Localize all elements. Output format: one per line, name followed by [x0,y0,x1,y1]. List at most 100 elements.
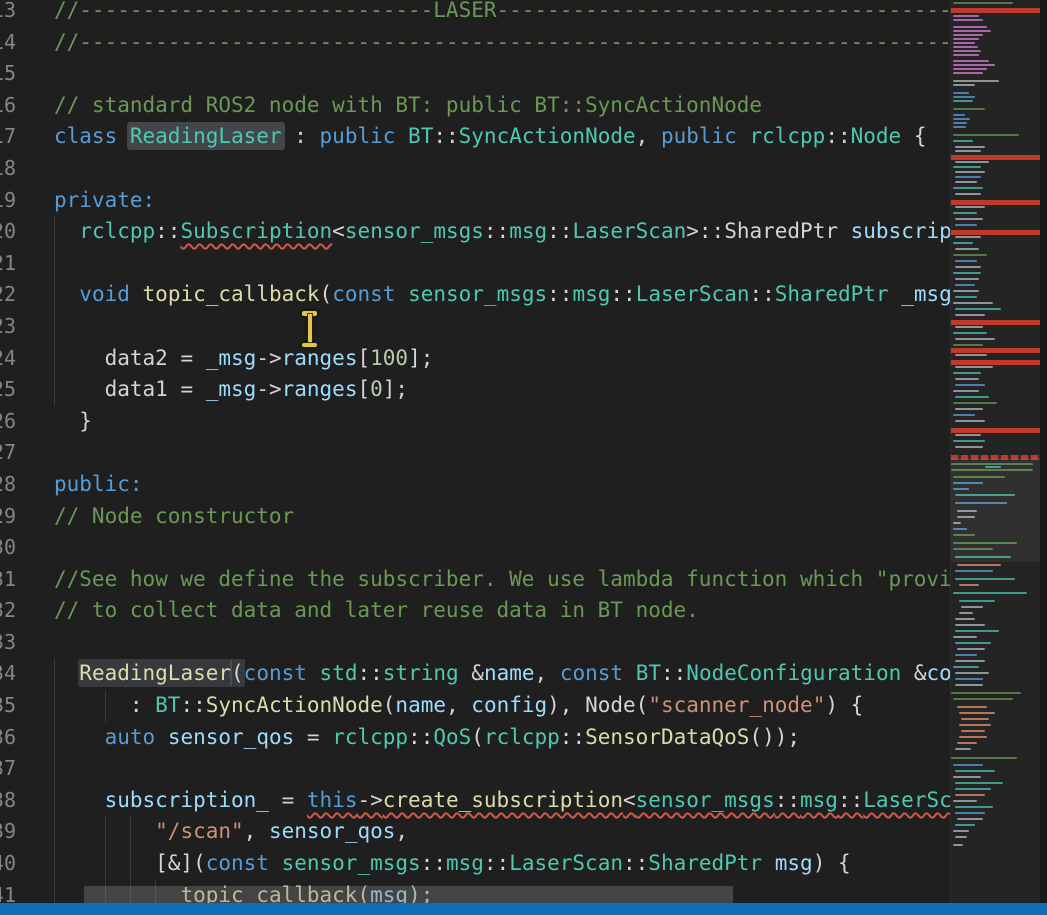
code-line[interactable]: //--------------------------------------… [0,27,950,59]
line-number[interactable]: 19 [0,185,22,217]
token: LaserScan [863,788,950,812]
token: data2 [105,346,168,370]
code-line[interactable]: [&](const sensor_msgs::msg::LaserScan::S… [0,848,950,880]
code-line[interactable]: data2 = _msg->ranges[100]; [0,343,950,375]
minimap[interactable] [950,0,1041,903]
code-line[interactable]: // Node constructor [0,501,950,533]
code-line[interactable]: auto sensor_qos = rclcpp::QoS(rclcpp::Se… [0,722,950,754]
line-number[interactable]: 14 [0,27,22,59]
code-line[interactable]: class ReadingLaser : public BT::SyncActi… [0,121,950,153]
line-number[interactable]: 24 [0,343,22,375]
code-line[interactable] [0,437,950,469]
token: topic_callback [143,282,320,306]
token: ReadingLaser [78,659,232,687]
line-number[interactable]: 31 [0,564,22,596]
indent-guide [54,722,55,754]
line-number[interactable]: 29 [0,501,22,533]
minimap-row [955,812,985,814]
code-line[interactable]: "/scan", sensor_qos, [0,816,950,848]
code-line[interactable]: private: [0,185,950,217]
code-line[interactable]: // standard ROS2 node with BT: public BT… [0,90,950,122]
line-number[interactable]: 27 [0,437,22,469]
token: const [560,661,623,685]
token: ()); [749,725,800,749]
horizontal-scrollbar[interactable] [84,886,733,904]
line-number[interactable]: 34 [0,658,22,690]
line-number[interactable]: 16 [0,90,22,122]
minimap-error-bar [951,360,1041,365]
token: rclcpp [79,219,155,243]
code-line[interactable]: //----------------------------LASER-----… [0,0,950,27]
line-number[interactable]: 38 [0,785,22,817]
code-line[interactable] [0,311,950,343]
token: msg [775,851,813,875]
minimap-error-bar [951,320,1041,325]
line-number[interactable]: 35 [0,690,22,722]
code-lines[interactable]: //----------------------------LASER-----… [0,0,950,911]
minimap-row [953,666,979,668]
token: // to collect data and later reuse data … [54,598,699,622]
minimap-row [955,176,981,178]
line-number[interactable]: 28 [0,469,22,501]
code-line[interactable]: // to collect data and later reuse data … [0,595,950,627]
code-line[interactable]: void topic_callback(const sensor_msgs::m… [0,279,950,311]
code-line[interactable]: } [0,406,950,438]
status-bar[interactable] [0,903,1047,915]
minimap-row [955,326,983,328]
code-line[interactable] [0,153,950,185]
minimap-row [955,314,985,316]
line-number[interactable]: 25 [0,374,22,406]
line-number[interactable]: 33 [0,627,22,659]
line-number[interactable]: 15 [0,58,22,90]
line-number[interactable]: 36 [0,722,22,754]
line-number[interactable]: 37 [0,753,22,785]
token: config [927,661,950,685]
minimap-row [955,408,983,410]
line-number[interactable]: 17 [0,121,22,153]
token: subscription_ [105,788,269,812]
indent-guide [54,279,55,311]
editor[interactable]: //----------------------------LASER-----… [0,0,1047,915]
code-line[interactable]: ReadingLaser(const std::string &name, co… [0,658,950,690]
line-number[interactable]: 23 [0,311,22,343]
code-line[interactable]: : BT::SyncActionNode(name, config), Node… [0,690,950,722]
code-area[interactable]: //----------------------------LASER-----… [0,0,950,915]
minimap-row [953,126,966,128]
code-line[interactable]: //See how we define the subscriber. We u… [0,564,950,596]
line-number[interactable]: 22 [0,279,22,311]
code-line[interactable]: rclcpp::Subscription<sensor_msgs::msg::L… [0,216,950,248]
code-line[interactable]: subscription_ = this->create_subscriptio… [0,785,950,817]
line-number[interactable]: 18 [0,153,22,185]
minimap-row [953,54,979,56]
code-line[interactable] [0,753,950,785]
minimap-row [953,698,1013,700]
vertical-scrollbar-track[interactable] [1040,0,1047,903]
line-number[interactable]: 30 [0,532,22,564]
line-number[interactable]: 21 [0,248,22,280]
minimap-row [953,242,973,244]
code-line[interactable] [0,627,950,659]
line-number[interactable]: 32 [0,595,22,627]
line-number[interactable]: 39 [0,816,22,848]
minimap-row [953,60,989,62]
gutter[interactable]: 1314151617181920212223242526272829303132… [0,0,22,915]
code-line[interactable] [0,248,950,280]
line-number[interactable]: 20 [0,216,22,248]
minimap-row [953,80,999,82]
token: , [395,819,408,843]
token: = [294,725,332,749]
code-line[interactable] [0,532,950,564]
code-line[interactable] [0,58,950,90]
minimap-slider[interactable] [951,458,1041,562]
code-line[interactable]: data1 = _msg->ranges[0]; [0,374,950,406]
line-number[interactable]: 40 [0,848,22,880]
token: //----------------------------LASER-----… [54,0,950,22]
token: , [244,819,269,843]
code-line[interactable]: public: [0,469,950,501]
line-number[interactable]: 26 [0,406,22,438]
minimap-row [955,338,995,340]
line-number[interactable]: 13 [0,0,22,27]
token [54,661,79,685]
minimap-row [955,260,977,262]
indent-guide [54,690,55,722]
